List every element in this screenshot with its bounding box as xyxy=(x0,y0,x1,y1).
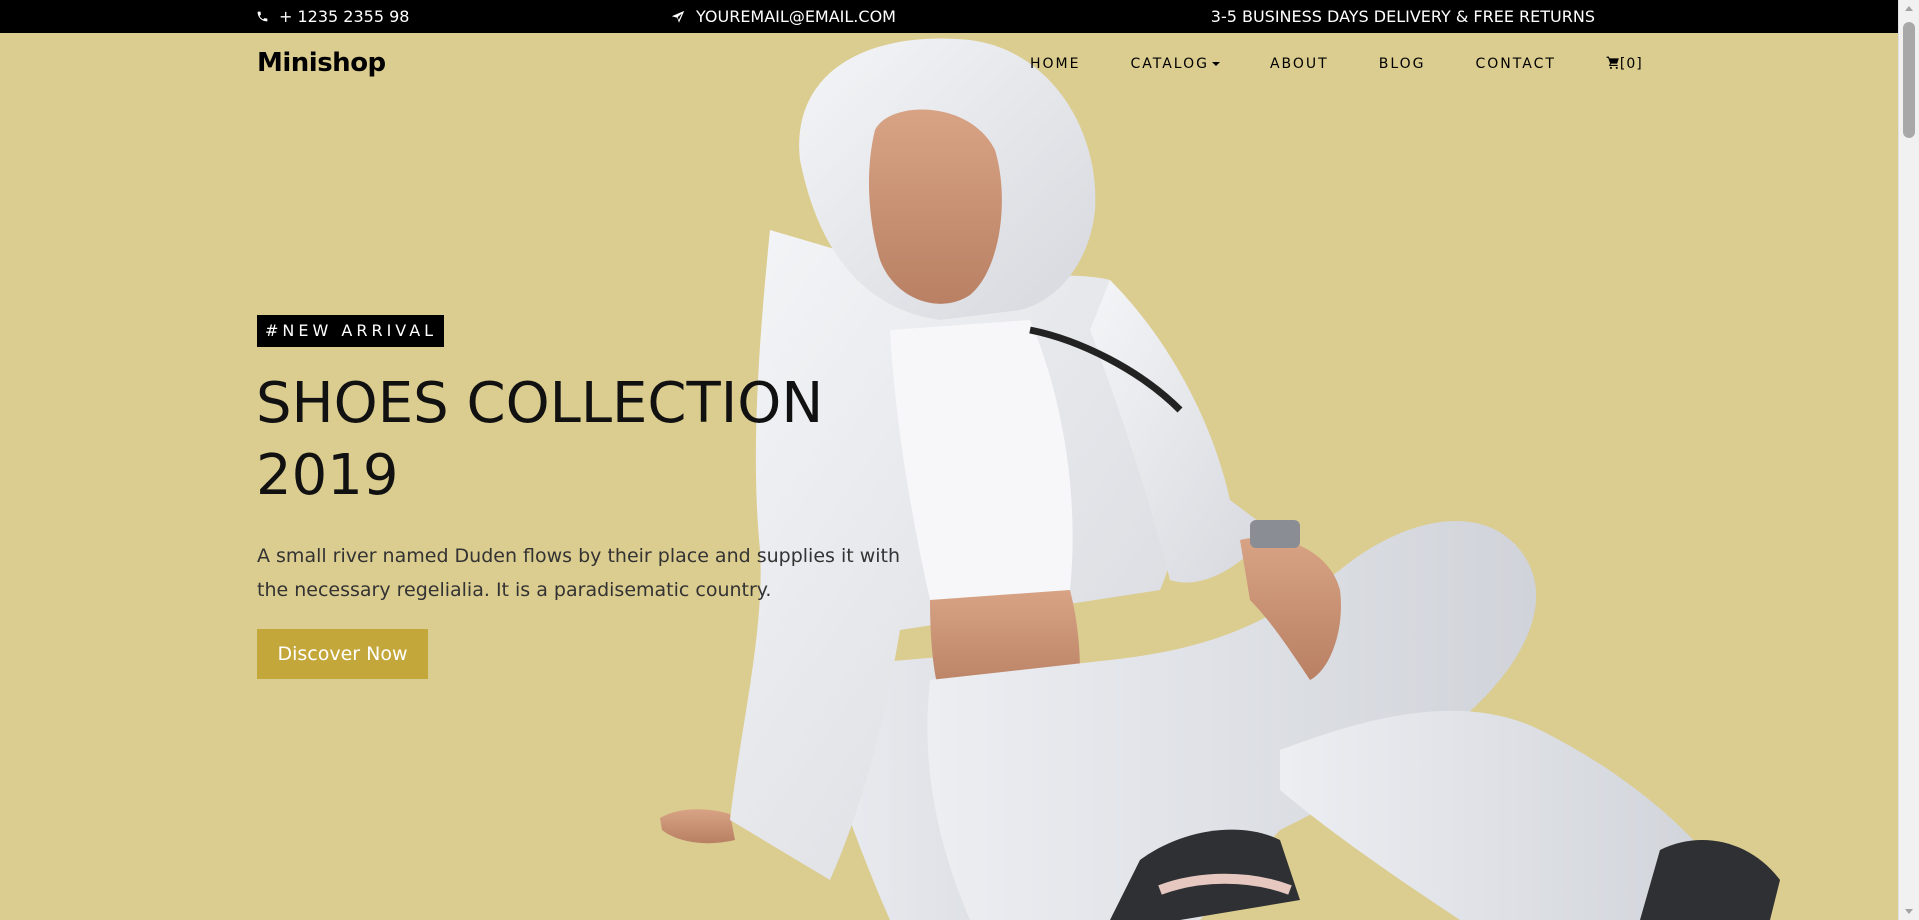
phone-icon xyxy=(256,10,269,23)
hero-title: SHOES COLLECTION 2019 xyxy=(256,371,824,508)
scroll-up-arrow-icon[interactable] xyxy=(1905,6,1913,11)
nav-catalog[interactable]: CATALOG xyxy=(1130,56,1220,72)
topbar-phone[interactable]: + 1235 2355 98 xyxy=(256,0,409,33)
page: + 1235 2355 98 YOUREMAIL@EMAIL.COM 3-5 B… xyxy=(0,0,1899,920)
topbar-delivery: 3-5 BUSINESS DAYS DELIVERY & FREE RETURN… xyxy=(1211,0,1595,33)
brand-logo[interactable]: Minishop xyxy=(257,48,386,78)
delivery-text: 3-5 BUSINESS DAYS DELIVERY & FREE RETURN… xyxy=(1210,7,1595,26)
hero-description: A small river named Duden flows by their… xyxy=(257,545,901,601)
nav-about-label: ABOUT xyxy=(1269,56,1329,72)
nav-home-label: HOME xyxy=(1030,56,1081,72)
nav-contact[interactable]: CONTACT xyxy=(1476,56,1556,72)
paper-plane-icon xyxy=(670,9,686,24)
topbar-email[interactable]: YOUREMAIL@EMAIL.COM xyxy=(670,0,896,33)
nav-catalog-label: CATALOG xyxy=(1130,56,1209,72)
nav-cart[interactable]: [0] xyxy=(1606,56,1643,73)
cart-icon xyxy=(1606,56,1620,73)
phone-number: + 1235 2355 98 xyxy=(279,7,410,26)
cart-count: [0] xyxy=(1619,56,1643,72)
nav-home[interactable]: HOME xyxy=(1030,56,1080,72)
top-info-bar: + 1235 2355 98 YOUREMAIL@EMAIL.COM 3-5 B… xyxy=(0,0,1899,33)
discover-now-button[interactable]: Discover Now xyxy=(257,629,428,679)
main-nav: HOME CATALOG ABOUT BLOG CONTACT [0] xyxy=(1030,52,1643,76)
nav-contact-label: CONTACT xyxy=(1475,56,1556,72)
nav-about[interactable]: ABOUT xyxy=(1270,56,1329,72)
nav-blog[interactable]: BLOG xyxy=(1379,56,1426,72)
chevron-down-icon xyxy=(1211,62,1220,66)
scroll-down-arrow-icon[interactable] xyxy=(1905,909,1913,914)
new-arrival-badge: #NEW ARRIVAL xyxy=(257,315,445,347)
nav-blog-label: BLOG xyxy=(1378,56,1426,72)
vertical-scrollbar[interactable] xyxy=(1898,0,1919,920)
scrollbar-thumb[interactable] xyxy=(1903,22,1915,138)
email-address: YOUREMAIL@EMAIL.COM xyxy=(696,7,896,26)
